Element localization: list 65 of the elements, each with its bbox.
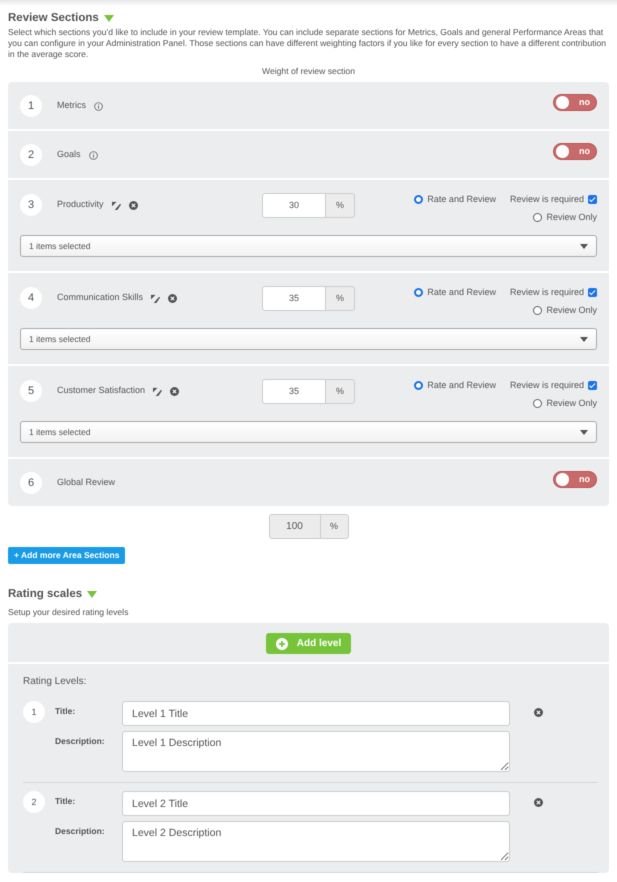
section-title: Review Sections [8, 11, 99, 26]
remove-icon[interactable] [170, 386, 180, 396]
edit-icon[interactable] [151, 294, 160, 303]
level-number: 2 [23, 791, 45, 814]
required-checkbox[interactable]: Review is required [510, 379, 597, 393]
dropdown-select[interactable]: 1 items selected [20, 235, 597, 258]
section-name: Metrics [57, 99, 86, 112]
weight-field[interactable]: 30 [262, 193, 326, 218]
section-title: Rating scales [8, 587, 82, 602]
section-number: 3 [20, 194, 42, 216]
total-weight-field[interactable]: 100 [268, 514, 320, 540]
edit-icon[interactable] [112, 200, 121, 210]
title-field[interactable]: Level 2 Title [122, 791, 510, 816]
description-field[interactable]: Level 1 Description [122, 731, 510, 772]
title-field[interactable]: Level 1 Title [122, 701, 510, 726]
radio-option[interactable]: Review Only [533, 396, 597, 410]
description-field[interactable]: Level 2 Description [122, 821, 510, 862]
remove-icon[interactable] [128, 200, 138, 210]
caret-icon [580, 244, 588, 249]
field-label: Title: [54, 705, 76, 718]
info-icon[interactable] [94, 102, 103, 111]
radio-option[interactable]: Review Only [533, 210, 597, 224]
weight-field[interactable]: 35 [262, 286, 326, 312]
caret-icon [580, 430, 588, 435]
field-label: Description: [54, 735, 106, 748]
radio-option[interactable]: Rate and Review [414, 193, 496, 207]
caret-icon [580, 336, 588, 342]
remove-icon[interactable] [168, 294, 178, 303]
section-name: Productivity [57, 198, 104, 212]
section-description: Setup your desired rating levels [8, 607, 130, 618]
remove-icon[interactable] [534, 798, 543, 807]
dropdown-select[interactable]: 1 items selected [20, 421, 597, 444]
section-name: Global Review [57, 476, 116, 490]
field-label: Title: [54, 795, 76, 808]
weight-field[interactable]: 35 [262, 379, 326, 404]
required-checkbox[interactable]: Review is required [510, 286, 597, 300]
edit-icon[interactable] [153, 386, 162, 396]
percent-addon: % [326, 193, 355, 218]
radio-option[interactable]: Rate and Review [414, 286, 496, 300]
level-number: 1 [23, 701, 45, 724]
section-number: 1 [20, 95, 42, 118]
section-number: 2 [20, 144, 42, 166]
radio-option[interactable]: Rate and Review [414, 379, 496, 393]
required-checkbox[interactable]: Review is required [510, 193, 597, 207]
percent-addon: % [326, 379, 355, 404]
percent-addon: % [326, 286, 355, 312]
toggle-switch[interactable]: no [553, 471, 597, 488]
rating-levels-label: Rating Levels: [22, 675, 88, 690]
dropdown-select[interactable]: 1 items selected [20, 328, 597, 350]
section-name: Customer Satisfaction [57, 384, 146, 398]
section-number: 6 [20, 472, 42, 494]
toggle-switch[interactable]: no [553, 143, 597, 160]
section-number: 4 [20, 287, 42, 310]
remove-icon[interactable] [534, 708, 543, 717]
section-description: Select which sections you’d like to include in your review template. You can include separate sections for Metrics, Goals and general Performance Areas that you can configure in your Administration Panel. Those sections can have different weighting factors if you like for every section to have a different contribution in the average score. [8, 27, 608, 60]
section-name: Communication Skills [57, 291, 144, 304]
section-number: 5 [20, 380, 42, 402]
toggle-switch[interactable]: no [553, 94, 597, 112]
section-name: Goals [57, 148, 81, 162]
field-label: Description: [54, 825, 106, 838]
plus-circle-icon [276, 638, 288, 650]
info-icon[interactable] [88, 150, 98, 160]
percent-addon: % [320, 514, 348, 540]
radio-option[interactable]: Review Only [533, 304, 597, 318]
weight-column-label: Weight of review section [261, 65, 356, 78]
